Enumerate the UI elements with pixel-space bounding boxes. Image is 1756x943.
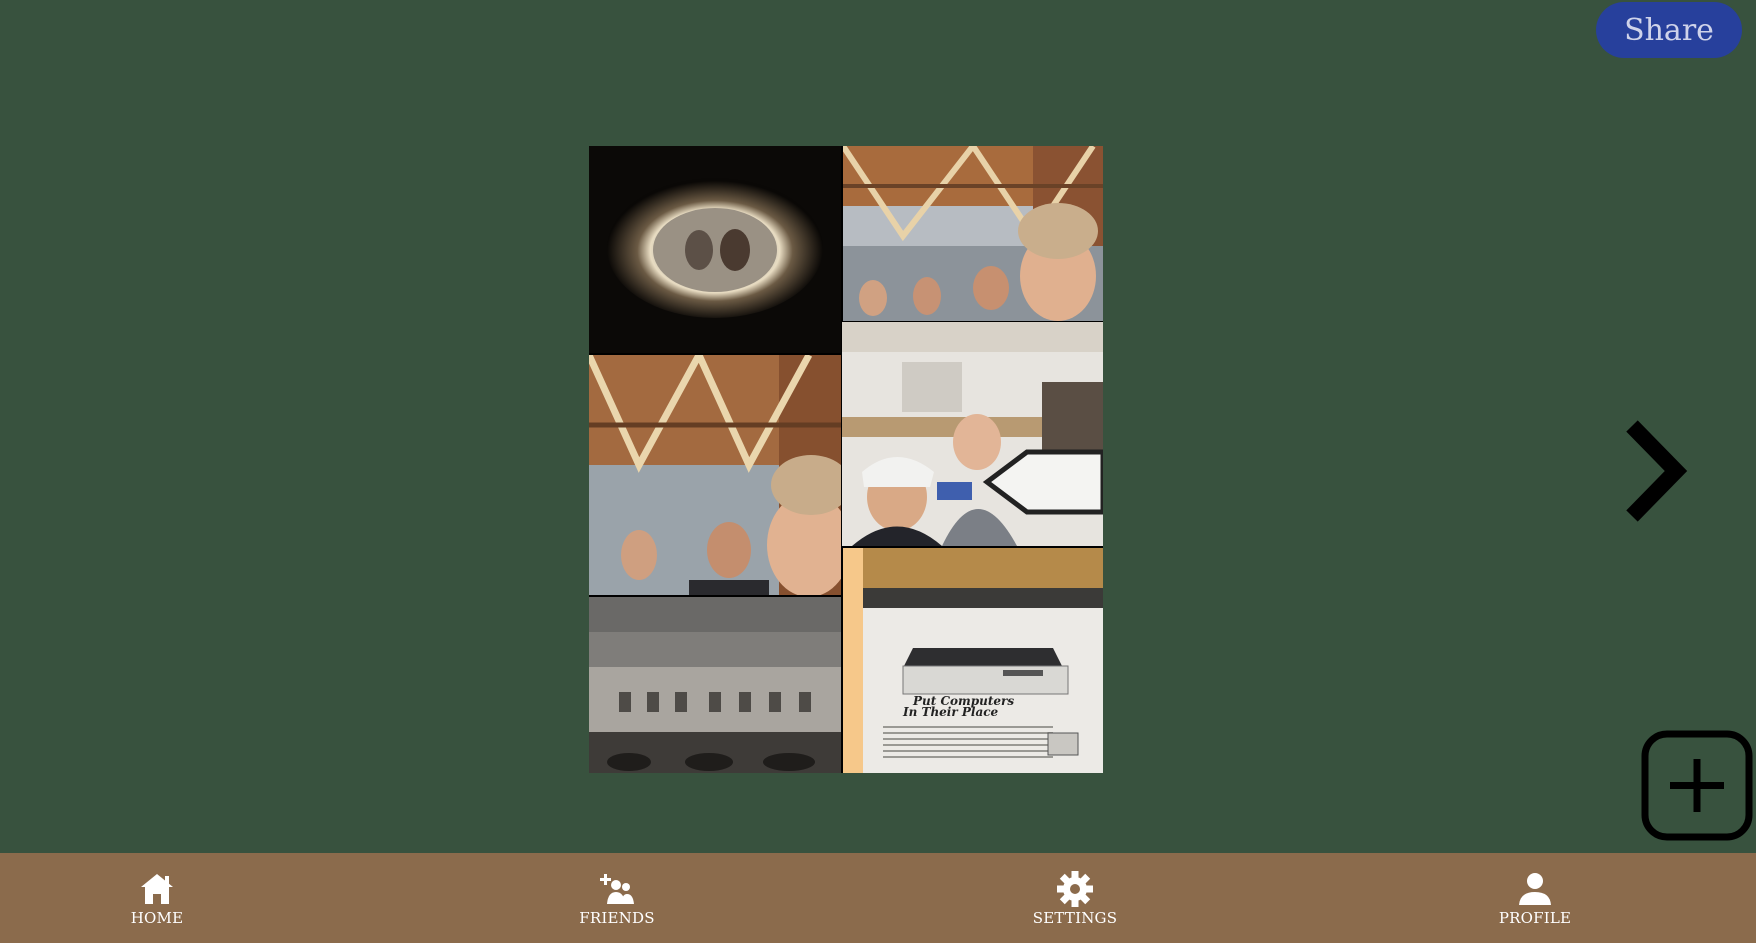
nav-profile[interactable]: PROFILE [1455, 853, 1615, 943]
next-arrow-icon[interactable] [1618, 416, 1690, 526]
nav-friends[interactable]: FRIENDS [537, 853, 697, 943]
photo-collage[interactable]: Put Computers In Their Place [589, 146, 1103, 773]
home-icon [141, 874, 173, 904]
nav-settings[interactable]: SETTINGS [995, 853, 1155, 943]
ad-caption-line2: In Their Place [903, 705, 999, 719]
profile-icon [1519, 873, 1551, 905]
nav-friends-label: FRIENDS [579, 909, 655, 927]
share-button[interactable]: Share [1596, 2, 1742, 58]
nav-home-label: HOME [130, 909, 184, 927]
plus-icon [1641, 730, 1753, 841]
buffalo-selfie-photo[interactable] [842, 322, 1103, 546]
historic-building-photo[interactable] [589, 597, 841, 773]
ad-caption: Put Computers In Their Place [903, 695, 1014, 719]
computer-ad-photo[interactable]: Put Computers In Their Place [843, 548, 1103, 773]
gear-icon [1057, 871, 1093, 907]
friends-icon [600, 874, 634, 904]
add-photo-button[interactable] [1640, 729, 1754, 842]
peephole-photo[interactable] [589, 146, 841, 353]
nav-home[interactable]: HOME [77, 853, 237, 943]
nav-settings-label: SETTINGS [1032, 909, 1118, 927]
nav-profile-label: PROFILE [1498, 909, 1572, 927]
hallway-selfie-photo[interactable] [843, 146, 1103, 321]
bottom-nav-bar: HOME FRIENDS SETTINGS PROFILE [0, 853, 1756, 943]
hallway-selfie-closeup-photo[interactable] [589, 355, 841, 595]
